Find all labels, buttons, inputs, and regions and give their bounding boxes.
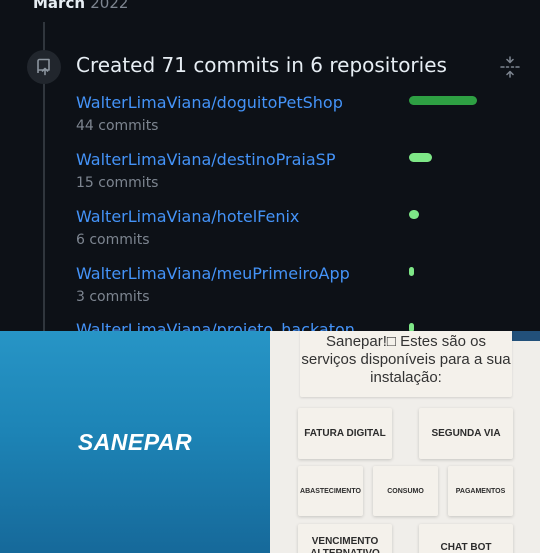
repo-entry: WalterLimaViana/meuPrimeiroApp 3 commits (76, 264, 350, 305)
repo-entry: WalterLimaViana/projeto_hackaton (76, 320, 355, 331)
services-menu: Sanepar!□ Estes são os serviços disponív… (270, 331, 540, 553)
commit-bar (409, 323, 414, 331)
activity-summary: Created 71 commits in 6 repositories (76, 53, 447, 77)
sanepar-splash: SANEPAR (0, 331, 270, 553)
pagamentos-button[interactable]: PAGAMENTOS (448, 466, 513, 516)
repo-push-icon (27, 50, 61, 84)
segunda-via-button[interactable]: SEGUNDA VIA (419, 408, 513, 459)
chat-bot-button[interactable]: CHAT BOT (419, 524, 513, 553)
fatura-digital-button[interactable]: FATURA DIGITAL (298, 408, 392, 459)
fold-icon[interactable] (500, 56, 520, 83)
year-label: 2022 (90, 0, 129, 12)
repo-link[interactable]: WalterLimaViana/meuPrimeiroApp (76, 264, 350, 283)
sanepar-logo: SANEPAR (77, 428, 193, 455)
repo-entry: WalterLimaViana/doguitoPetShop 44 commit… (76, 93, 343, 134)
github-activity-panel: March 2022 Created 71 commits in 6 repos… (0, 0, 540, 331)
repo-commit-count[interactable]: 3 commits (76, 289, 350, 305)
commit-bar (409, 267, 414, 276)
abastecimento-button[interactable]: ABASTECIMENTO (298, 466, 363, 516)
repo-link[interactable]: WalterLimaViana/hotelFenix (76, 207, 299, 226)
repo-link[interactable]: WalterLimaViana/doguitoPetShop (76, 93, 343, 112)
repo-entry: WalterLimaViana/destinoPraiaSP 15 commit… (76, 150, 335, 191)
repo-link[interactable]: WalterLimaViana/projeto_hackaton (76, 320, 355, 331)
repo-link[interactable]: WalterLimaViana/destinoPraiaSP (76, 150, 335, 169)
repo-commit-count[interactable]: 15 commits (76, 175, 335, 191)
month-label: March (33, 0, 86, 12)
month-heading: March 2022 (33, 0, 128, 12)
repo-entry: WalterLimaViana/hotelFenix 6 commits (76, 207, 299, 248)
commit-bar (409, 96, 477, 105)
vencimento-alternativo-button[interactable]: VENCIMENTO ALTERNATIVO (298, 524, 392, 553)
repo-commit-count[interactable]: 6 commits (76, 232, 299, 248)
header-strip (510, 331, 540, 341)
welcome-message: Sanepar!□ Estes são os serviços disponív… (300, 331, 512, 397)
consumo-button[interactable]: CONSUMO (373, 466, 438, 516)
commit-bar (409, 210, 419, 219)
repo-commit-count[interactable]: 44 commits (76, 118, 343, 134)
commit-bar (409, 153, 432, 162)
